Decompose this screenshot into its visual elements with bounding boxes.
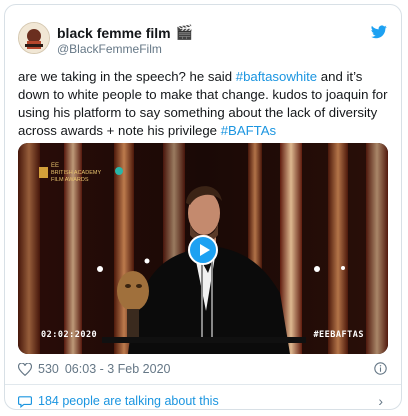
tweet-datetime[interactable]: 06:03 - 3 Feb 2020 (65, 362, 171, 376)
speech-bubble-icon (18, 395, 32, 408)
avatar[interactable] (18, 22, 50, 54)
video-player[interactable]: EE BRITISH ACADEMY FILM AWARDS 02:02:202… (18, 143, 388, 354)
play-button[interactable] (188, 235, 218, 265)
author-name-label: black femme film (57, 24, 171, 41)
info-icon[interactable] (374, 362, 387, 375)
video-hashtag-overlay: #EEBAFTAS (313, 330, 364, 340)
talking-about-link[interactable]: 184 people are talking about this (18, 394, 219, 408)
hashtag-link[interactable]: #BAFTAs (221, 123, 276, 138)
twitter-bird-icon[interactable] (371, 25, 387, 39)
like-count[interactable]: 530 (38, 362, 59, 376)
tweet-footer: 530 06:03 - 3 Feb 2020 (18, 362, 171, 376)
bafta-logo-text: EE (51, 163, 59, 169)
clapperboard-icon: 🎬 (175, 24, 194, 40)
hashtag-link[interactable]: #baftasowhite (236, 69, 317, 84)
author-handle[interactable]: @BlackFemmeFilm (57, 42, 162, 56)
talking-about-label: 184 people are talking about this (38, 394, 219, 408)
chevron-right-icon[interactable]: › (378, 393, 383, 409)
bafta-logo-text: FILM AWARDS (51, 177, 89, 183)
bafta-logo-text: BRITISH ACADEMY (51, 170, 101, 176)
divider (5, 384, 401, 385)
author-name[interactable]: black femme film 🎬 (57, 24, 193, 41)
video-date-overlay: 02:02:2020 (41, 330, 98, 340)
tweet-card: black femme film 🎬 @BlackFemmeFilm are w… (4, 4, 402, 410)
tweet-text-part: are we taking in the speech? he said (18, 69, 236, 84)
heart-icon[interactable] (18, 362, 32, 376)
tweet-text: are we taking in the speech? he said #ba… (18, 68, 390, 140)
